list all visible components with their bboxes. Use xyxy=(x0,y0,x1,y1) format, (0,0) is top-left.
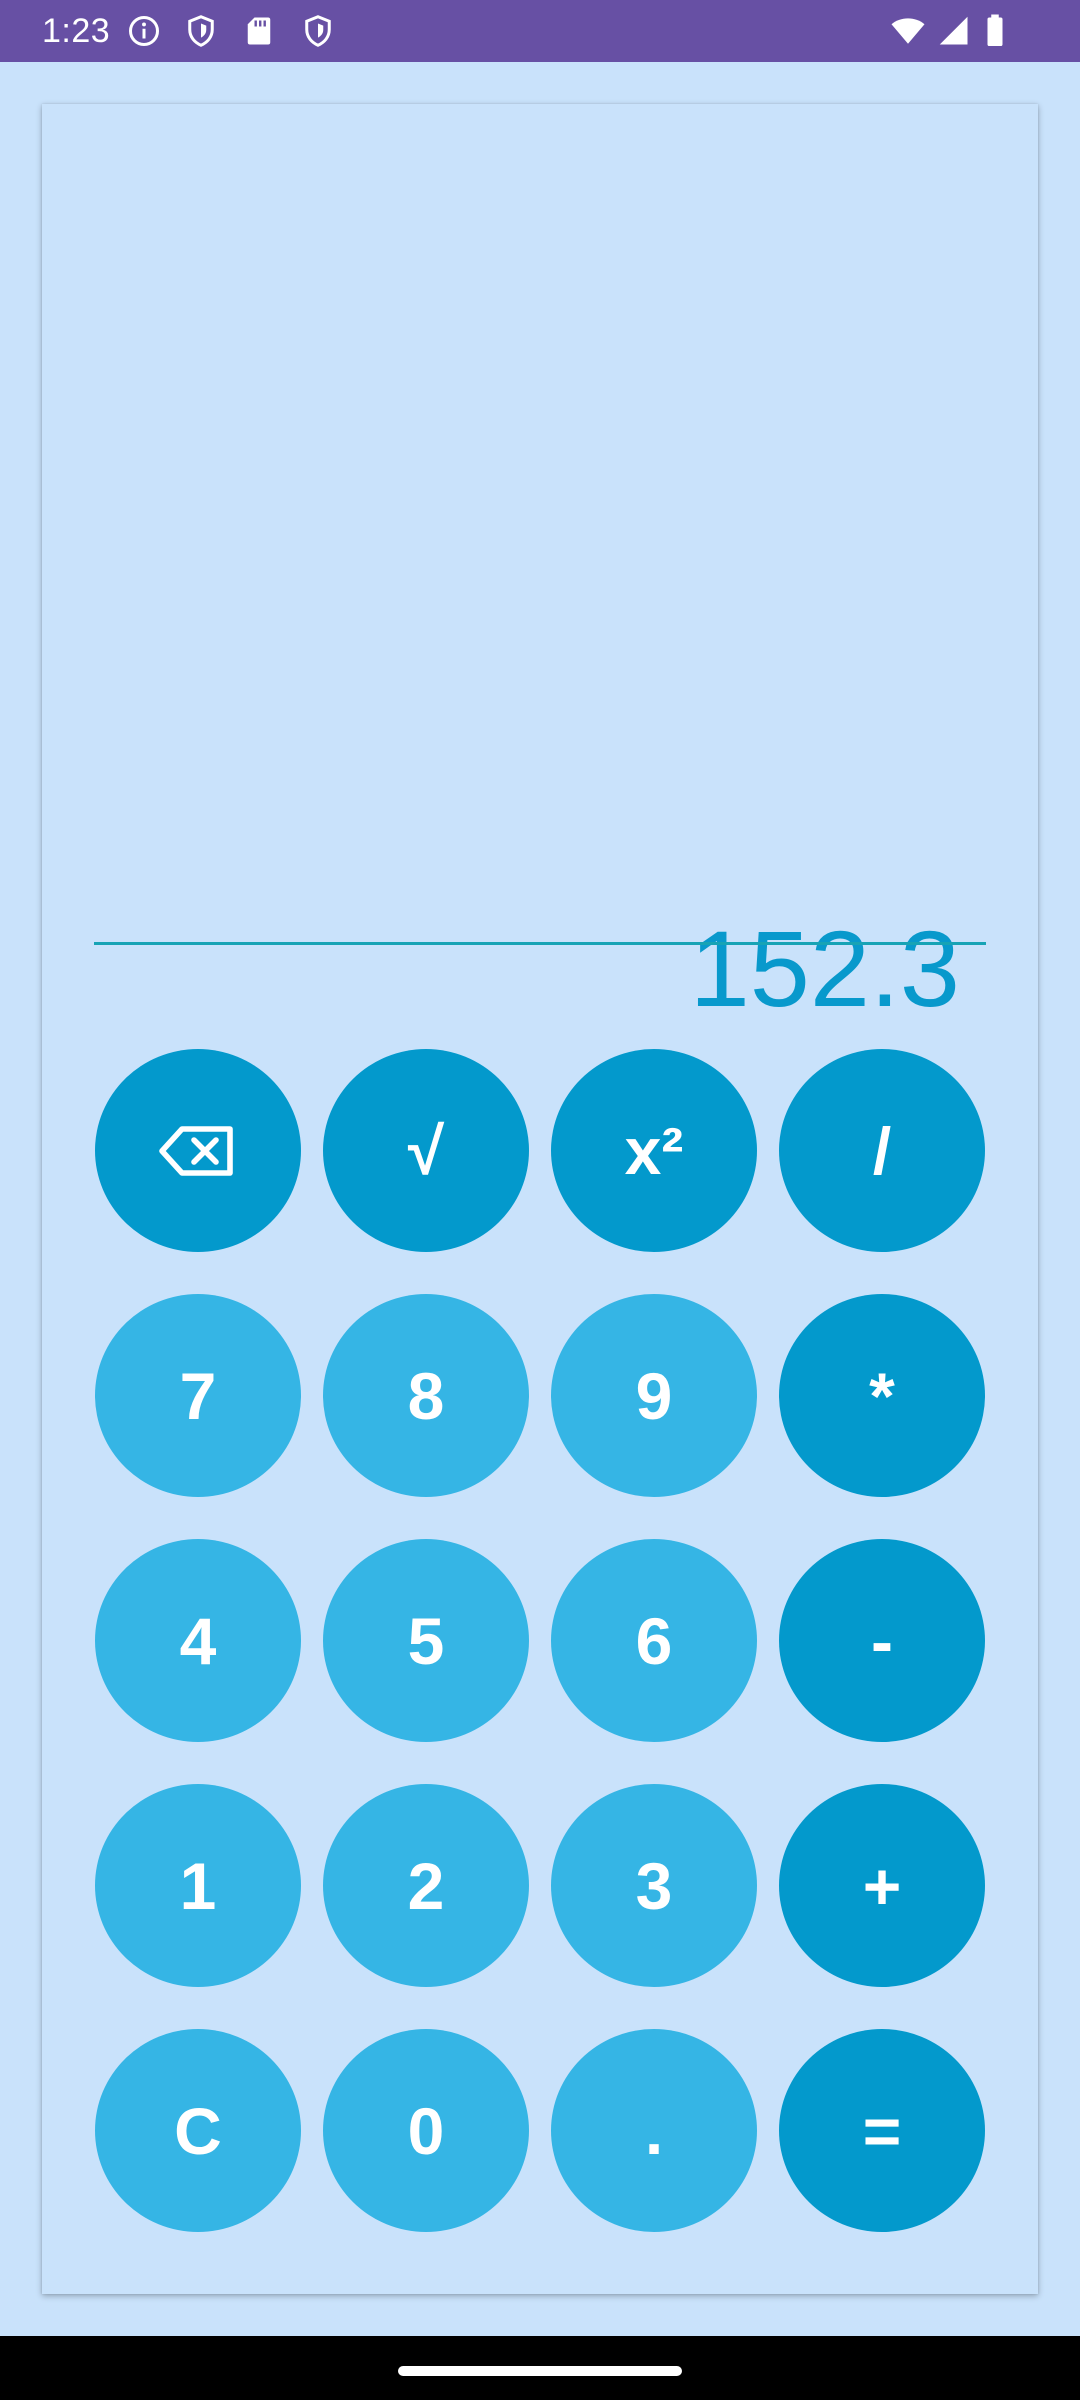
cellular-signal-icon xyxy=(936,13,972,49)
digit-2-button[interactable]: 2 xyxy=(323,1784,529,1987)
subtract-button[interactable]: - xyxy=(779,1539,985,1742)
status-time: 1:23 xyxy=(42,12,111,50)
digit-5-button[interactable]: 5 xyxy=(323,1539,529,1742)
shield-icon xyxy=(300,13,336,49)
backspace-icon xyxy=(158,1123,238,1179)
navigation-bar xyxy=(0,2336,1080,2400)
status-bar: 1:23 xyxy=(0,0,1080,62)
digit-0-button[interactable]: 0 xyxy=(323,2029,529,2232)
equals-button[interactable]: = xyxy=(779,2029,985,2232)
decimal-button[interactable]: . xyxy=(551,2029,757,2232)
sd-card-icon xyxy=(241,13,277,49)
display-value: 152.3 xyxy=(689,908,960,1029)
digit-6-button[interactable]: 6 xyxy=(551,1539,757,1742)
digit-8-button[interactable]: 8 xyxy=(323,1294,529,1497)
multiply-button[interactable]: * xyxy=(779,1294,985,1497)
battery-icon xyxy=(980,13,1010,49)
backspace-button[interactable] xyxy=(95,1049,301,1252)
digit-3-button[interactable]: 3 xyxy=(551,1784,757,1987)
divide-button[interactable]: / xyxy=(779,1049,985,1252)
digit-1-button[interactable]: 1 xyxy=(95,1784,301,1987)
clear-button[interactable]: C xyxy=(95,2029,301,2232)
calculator-card: 152.3 √ x² / 7 8 9 * 4 5 6 - 1 2 3 + C 0… xyxy=(42,104,1038,2294)
display-underline xyxy=(94,942,986,945)
square-button[interactable]: x² xyxy=(551,1049,757,1252)
wifi-icon xyxy=(888,13,928,49)
home-gesture-handle[interactable] xyxy=(398,2366,682,2376)
info-icon xyxy=(126,13,162,49)
shield-icon xyxy=(183,13,219,49)
sqrt-button[interactable]: √ xyxy=(323,1049,529,1252)
digit-4-button[interactable]: 4 xyxy=(95,1539,301,1742)
add-button[interactable]: + xyxy=(779,1784,985,1987)
digit-9-button[interactable]: 9 xyxy=(551,1294,757,1497)
digit-7-button[interactable]: 7 xyxy=(95,1294,301,1497)
